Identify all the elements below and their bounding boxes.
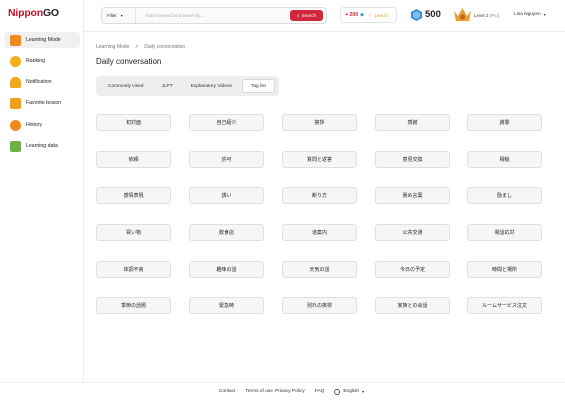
filter-dropdown[interactable]: Filter ▾ xyxy=(102,8,136,23)
sidebar-item-history[interactable]: History xyxy=(4,117,80,133)
tag-button[interactable]: 謝罪 xyxy=(467,114,542,131)
logo[interactable]: NipponGO xyxy=(8,7,59,19)
tag-button[interactable]: 天気の話 xyxy=(282,261,357,278)
tag-button[interactable]: 励まし xyxy=(467,187,542,204)
tag-button[interactable]: 許可 xyxy=(189,151,264,168)
sidebar-item-favorite-lesson[interactable]: Favorite lesson xyxy=(4,95,80,111)
favorite-lesson-icon xyxy=(10,97,21,109)
globe-icon xyxy=(334,388,341,395)
tag-button[interactable]: 道案内 xyxy=(282,224,357,241)
tag-button[interactable]: 質問と返答 xyxy=(282,151,357,168)
search-input[interactable]: Enter keyword and search by... xyxy=(146,13,203,18)
level-crown-icon xyxy=(454,8,471,21)
tag-button[interactable]: 感情表現 xyxy=(96,187,171,204)
history-icon xyxy=(10,119,21,131)
tag-button[interactable]: 体調不良 xyxy=(96,261,171,278)
search-button[interactable]: ⌕ Search xyxy=(290,10,323,21)
trophy-icon: ⊤ xyxy=(368,12,372,18)
tag-grid: 初対面 自己紹介 挨拶 感謝 謝罪 依頼 許可 質問と返答 意見交換 相槌 感情… xyxy=(96,114,542,314)
sidebar-item-notification[interactable]: Notification xyxy=(4,74,80,90)
tab-tag-list[interactable]: Tag list xyxy=(241,79,275,93)
breadcrumb-separator: > xyxy=(135,44,139,50)
tab-jlpt[interactable]: JLPT xyxy=(153,79,180,93)
search-button-label: Search xyxy=(301,13,317,18)
sidebar-item-label: Ranking xyxy=(26,58,46,64)
sidebar-item-label: History xyxy=(26,122,43,128)
tag-button[interactable]: 家族との会話 xyxy=(375,297,450,314)
tag-button[interactable]: 別れの挨拶 xyxy=(282,297,357,314)
footer-privacy-link[interactable]: Privacy Policy xyxy=(275,389,305,394)
tag-button[interactable]: 意見交換 xyxy=(375,151,450,168)
sidebar-item-label: Notification xyxy=(26,79,52,85)
tag-button[interactable]: 誘い xyxy=(189,187,264,204)
learning-data-icon xyxy=(10,140,21,152)
tag-button[interactable]: 季節の話題 xyxy=(96,297,171,314)
tag-button[interactable]: 断り方 xyxy=(282,187,357,204)
tag-button[interactable]: 電話応対 xyxy=(467,224,542,241)
tag-button[interactable]: 緊急時 xyxy=(189,297,264,314)
sidebar-item-learning-data[interactable]: Learning data xyxy=(4,138,80,154)
tab-bar: Commonly Used JLPT Explanatory Videos Ta… xyxy=(96,76,279,96)
tag-button[interactable]: 初対面 xyxy=(96,114,171,131)
breadcrumb-root[interactable]: Learning Mode xyxy=(96,44,129,50)
breadcrumb: Learning Mode > Daily conversation xyxy=(96,44,185,50)
chevron-down-icon: ▾ xyxy=(543,12,546,17)
tag-button[interactable]: 飲食店 xyxy=(189,224,264,241)
sidebar: NipponGO Learning Mode Ranking Notificat… xyxy=(0,0,84,382)
footer: Contact Terms of use Privacy Policy FAQ … xyxy=(0,382,565,400)
tag-button[interactable]: 時間と場所 xyxy=(467,261,542,278)
language-label: English xyxy=(343,389,360,394)
notification-icon xyxy=(10,76,21,88)
sidebar-item-label: Favorite lesson xyxy=(26,100,62,106)
search-box: Filter ▾ Enter keyword and search by... … xyxy=(101,7,327,24)
tag-button[interactable]: 褒め言葉 xyxy=(375,187,450,204)
learning-mode-icon xyxy=(10,34,21,46)
chevron-down-icon: ▾ xyxy=(120,13,123,18)
user-menu[interactable]: Lisa Nguyen ▾ xyxy=(514,12,546,17)
tag-button[interactable]: ルームサービス注文 xyxy=(467,297,542,314)
breadcrumb-current: Daily conversation xyxy=(144,44,186,50)
tab-commonly-used[interactable]: Commonly Used xyxy=(100,79,151,93)
user-name: Lisa Nguyen xyxy=(514,12,541,17)
points-level: Level 2 xyxy=(374,12,389,18)
level-label: Level 2 (Pro) xyxy=(474,13,500,18)
gem-small-icon: ◆ xyxy=(360,12,364,18)
footer-faq-link[interactable]: FAQ xyxy=(315,389,325,394)
filter-label: Filter xyxy=(107,13,117,18)
gem-count: 500 xyxy=(425,9,441,20)
language-selector[interactable]: English ▾ xyxy=(334,388,365,395)
tag-button[interactable]: 挨拶 xyxy=(282,114,357,131)
tag-button[interactable]: 買い物 xyxy=(96,224,171,241)
sidebar-item-label: Learning Mode xyxy=(26,37,61,43)
tag-button[interactable]: 感謝 xyxy=(375,114,450,131)
sidebar-item-label: Learning data xyxy=(26,143,58,149)
points-badge[interactable]: + 200 ◆ ⊤ Level 2 xyxy=(340,7,397,23)
points-value: + 200 xyxy=(345,12,359,18)
sidebar-item-ranking[interactable]: Ranking xyxy=(4,53,80,69)
tab-explanatory-videos[interactable]: Explanatory Videos xyxy=(183,79,240,93)
tag-button[interactable]: 趣味の話 xyxy=(189,261,264,278)
gem-icon xyxy=(411,9,422,21)
tag-button[interactable]: 公共交通 xyxy=(375,224,450,241)
sidebar-item-learning-mode[interactable]: Learning Mode xyxy=(4,32,80,48)
footer-contact-link[interactable]: Contact xyxy=(219,389,236,394)
ranking-icon xyxy=(10,55,21,67)
tag-button[interactable]: 依頼 xyxy=(96,151,171,168)
search-icon: ⌕ xyxy=(296,13,300,18)
chevron-down-icon: ▾ xyxy=(362,389,365,394)
footer-terms-link[interactable]: Terms of use xyxy=(245,389,272,394)
top-bar: Filter ▾ Enter keyword and search by... … xyxy=(84,0,565,32)
tag-button[interactable]: 今日の予定 xyxy=(375,261,450,278)
tag-button[interactable]: 相槌 xyxy=(467,151,542,168)
page-title: Daily conversation xyxy=(96,57,162,66)
tag-button[interactable]: 自己紹介 xyxy=(189,114,264,131)
